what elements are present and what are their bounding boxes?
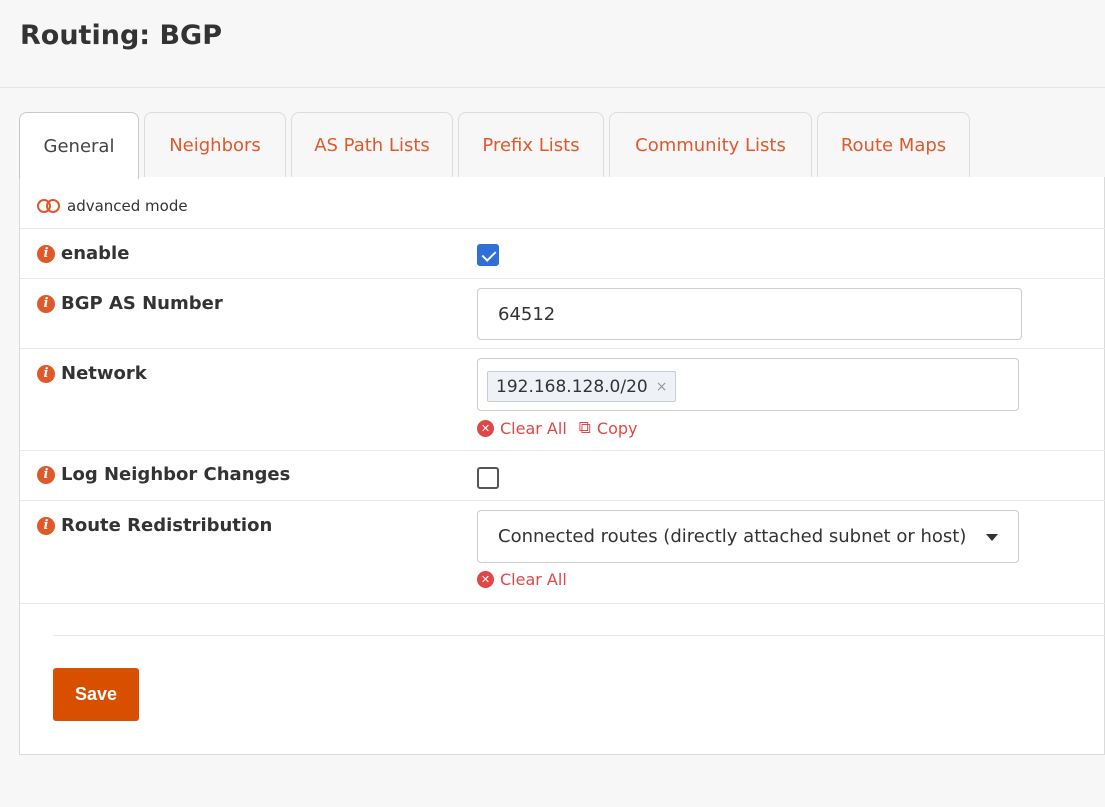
network-label-text: Network (61, 363, 147, 384)
chevron-down-icon (986, 534, 998, 541)
as-number-label-text: BGP AS Number (61, 293, 223, 314)
enable-label-text: enable (61, 243, 130, 264)
tab-community-lists[interactable]: Community Lists (609, 112, 812, 178)
as-number-input[interactable]: 64512 (477, 288, 1022, 340)
route-redistribution-select[interactable]: Connected routes (directly attached subn… (477, 510, 1019, 563)
log-neighbor-row: i Log Neighbor Changes (20, 451, 1105, 501)
info-icon[interactable]: i (37, 516, 55, 535)
network-label: i Network (37, 363, 147, 384)
advanced-mode-toggle[interactable]: advanced mode (37, 197, 188, 215)
tag-remove-icon[interactable]: × (656, 379, 668, 395)
tab-prefix-lists[interactable]: Prefix Lists (458, 112, 604, 178)
route-redistribution-value: Connected routes (directly attached subn… (498, 526, 967, 547)
general-panel: advanced mode i enable i BGP AS Number 6… (19, 177, 1105, 755)
route-redistribution-label-text: Route Redistribution (61, 515, 273, 536)
redistribution-clear-all-link[interactable]: Clear All (500, 570, 567, 589)
clear-circle-icon: ✕ (477, 571, 494, 588)
log-neighbor-checkbox[interactable] (477, 467, 499, 489)
network-tag: 192.168.128.0/20 × (487, 371, 677, 402)
network-tags-input[interactable]: 192.168.128.0/20 × (477, 358, 1019, 411)
route-redistribution-label: i Route Redistribution (37, 515, 272, 536)
divider (53, 635, 1105, 636)
tab-route-maps[interactable]: Route Maps (817, 112, 970, 178)
advanced-mode-label: advanced mode (67, 197, 188, 215)
clear-circle-icon: ✕ (477, 419, 494, 437)
toggle-off-icon (37, 199, 63, 213)
tab-neighbors[interactable]: Neighbors (144, 112, 286, 178)
enable-label: i enable (37, 243, 129, 264)
info-icon[interactable]: i (37, 364, 55, 383)
network-copy-link[interactable]: Copy (597, 419, 638, 438)
tab-general[interactable]: General (19, 112, 139, 179)
info-icon[interactable]: i (37, 294, 55, 313)
advanced-mode-row: advanced mode (20, 177, 1105, 229)
enable-checkbox[interactable] (477, 244, 499, 266)
tab-as-path-lists[interactable]: AS Path Lists (291, 112, 453, 178)
info-icon[interactable]: i (37, 465, 55, 484)
log-neighbor-label: i Log Neighbor Changes (37, 464, 290, 485)
network-clear-all-link[interactable]: Clear All (500, 419, 567, 438)
tab-bar: General Neighbors AS Path Lists Prefix L… (19, 112, 1105, 179)
log-neighbor-label-text: Log Neighbor Changes (61, 464, 291, 485)
network-tag-label: 192.168.128.0/20 (496, 376, 648, 397)
redistribution-actions: ✕ Clear All (477, 570, 567, 589)
page-title: Routing: BGP (20, 20, 222, 51)
enable-row: i enable (20, 229, 1105, 279)
page-header: Routing: BGP (0, 0, 1105, 88)
network-actions: ✕ Clear All ⧉ Copy (477, 418, 638, 438)
info-icon[interactable]: i (37, 244, 55, 263)
save-button[interactable]: Save (53, 668, 139, 721)
copy-icon: ⧉ (578, 418, 591, 438)
as-number-label: i BGP AS Number (37, 293, 223, 314)
